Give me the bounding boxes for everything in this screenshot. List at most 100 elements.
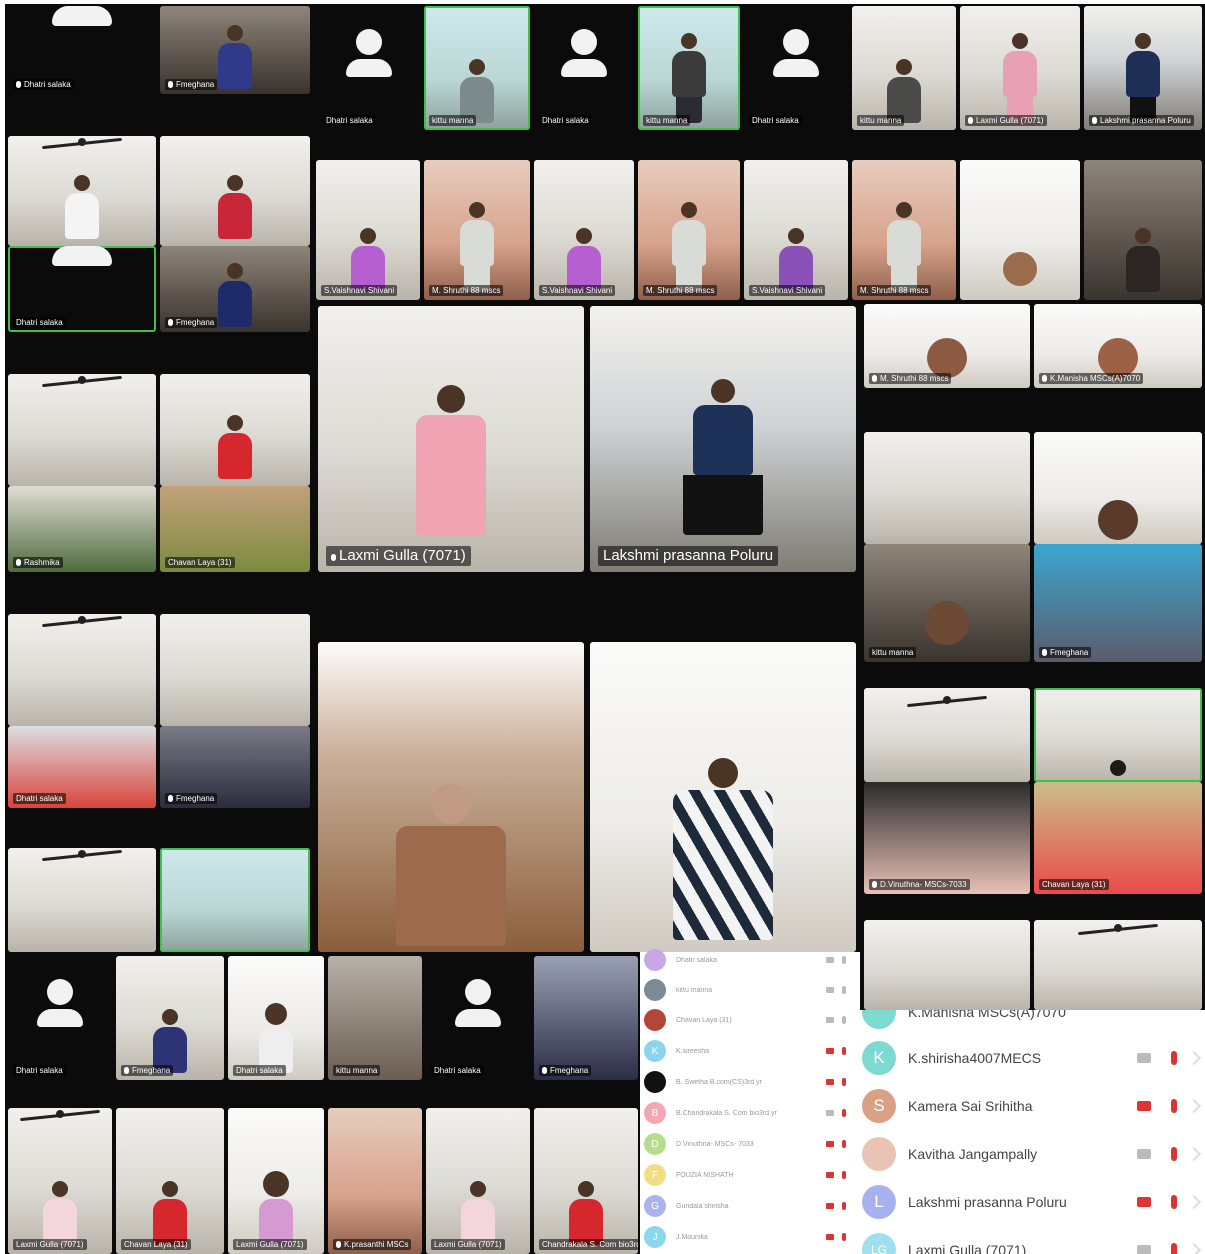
video-tile[interactable]: Dhatri salaka: [228, 956, 324, 1080]
video-tile[interactable]: [8, 374, 156, 486]
video-tile[interactable]: [160, 614, 310, 726]
video-tile[interactable]: [8, 848, 156, 952]
video-tile[interactable]: Laxmi Gulla (7071): [960, 6, 1080, 130]
video-tile[interactable]: Fmeghana: [116, 956, 224, 1080]
participant-row[interactable]: D D.Vinuthna- MSCs- 7033: [640, 1128, 860, 1160]
participant-row[interactable]: F FOUZIA NISHATH: [640, 1159, 860, 1191]
camera-off-icon[interactable]: [826, 957, 834, 963]
video-tile[interactable]: Dhatri salaka: [8, 246, 156, 332]
video-tile[interactable]: [8, 614, 156, 726]
video-tile[interactable]: Fmeghana: [534, 956, 638, 1080]
video-tile[interactable]: Dhatri salaka: [8, 726, 156, 808]
chevron-right-icon[interactable]: [1186, 1050, 1202, 1066]
camera-off-icon[interactable]: [826, 1234, 834, 1240]
video-tile[interactable]: Chavan Laya (31): [116, 1108, 224, 1254]
participant-row[interactable]: LG Laxmi Gulla (7071): [860, 1226, 1205, 1254]
mic-icon[interactable]: [842, 986, 846, 994]
video-tile[interactable]: [590, 642, 856, 952]
camera-off-icon[interactable]: [1137, 1053, 1151, 1063]
mic-muted-icon[interactable]: [842, 1140, 846, 1148]
video-tile[interactable]: [160, 374, 310, 486]
video-tile[interactable]: kittu manna: [328, 956, 422, 1080]
video-tile[interactable]: [960, 160, 1080, 300]
mic-icon[interactable]: [842, 1016, 846, 1024]
camera-off-icon[interactable]: [826, 1110, 834, 1116]
video-tile[interactable]: Fmeghana: [1034, 544, 1202, 662]
mic-muted-icon[interactable]: [842, 1047, 846, 1055]
mic-icon[interactable]: [842, 956, 846, 964]
mic-muted-icon[interactable]: [1171, 1147, 1177, 1161]
camera-off-icon[interactable]: [1137, 1197, 1151, 1207]
video-tile[interactable]: S.Vaishnavi Shivani: [744, 160, 848, 300]
camera-off-icon[interactable]: [826, 1048, 834, 1054]
video-tile[interactable]: Laxmi Gulla (7071): [8, 1108, 112, 1254]
camera-off-icon[interactable]: [1137, 1149, 1151, 1159]
video-tile[interactable]: Laxmi Gulla (7071): [318, 306, 584, 572]
mic-muted-icon[interactable]: [842, 1233, 846, 1241]
mic-muted-icon[interactable]: [1171, 1051, 1177, 1065]
chevron-right-icon[interactable]: [1186, 1194, 1202, 1210]
mic-muted-icon[interactable]: [842, 1109, 846, 1117]
video-tile[interactable]: Lakshmi prasanna Poluru: [590, 306, 856, 572]
video-tile[interactable]: Dhatri salaka: [8, 956, 112, 1080]
video-tile[interactable]: [1034, 432, 1202, 544]
video-tile[interactable]: [160, 136, 310, 246]
video-tile[interactable]: K.prasanthi MSCs: [328, 1108, 422, 1254]
video-tile[interactable]: D.Vinuthna- MSCs-7033: [864, 782, 1030, 894]
video-tile[interactable]: Chandrakala S. Com bio3rd yr: [534, 1108, 638, 1254]
participant-row[interactable]: K.Manisha MSCs(A)7070: [860, 1010, 1205, 1036]
participant-row[interactable]: Dhatri salaka: [640, 944, 860, 976]
video-tile[interactable]: kittu manna: [424, 6, 530, 130]
camera-off-icon[interactable]: [826, 1141, 834, 1147]
video-tile[interactable]: Chavan Laya (31): [1034, 782, 1202, 894]
video-tile[interactable]: [1084, 160, 1202, 300]
chevron-right-icon[interactable]: [1186, 1146, 1202, 1162]
video-tile[interactable]: Laxmi Gulla (7071): [426, 1108, 530, 1254]
participant-row[interactable]: B B.Chandrakala S. Com bio3rd yr: [640, 1097, 860, 1129]
camera-off-icon[interactable]: [826, 1203, 834, 1209]
camera-off-icon[interactable]: [826, 1017, 834, 1023]
video-tile[interactable]: Chavan Laya (31): [160, 486, 310, 572]
mic-muted-icon[interactable]: [1171, 1195, 1177, 1209]
participant-row[interactable]: Chavan Laya (31): [640, 1004, 860, 1036]
participant-row[interactable]: B. Swetha B.com(CS)3rd yr: [640, 1066, 860, 1098]
participant-row[interactable]: K K.sireesha: [640, 1035, 860, 1067]
video-tile[interactable]: Laxmi Gulla (7071): [228, 1108, 324, 1254]
video-tile[interactable]: Dhatri salaka: [744, 6, 848, 130]
video-tile[interactable]: Fmeghana: [160, 6, 310, 94]
video-tile[interactable]: K.Manisha MSCs(A)7070: [1034, 304, 1202, 388]
mic-muted-icon[interactable]: [1171, 1099, 1177, 1113]
participant-row[interactable]: K K.shirisha4007MECS: [860, 1034, 1205, 1082]
video-tile[interactable]: [864, 920, 1030, 1010]
chevron-right-icon[interactable]: [1186, 1242, 1202, 1254]
camera-off-icon[interactable]: [1137, 1245, 1151, 1254]
video-tile[interactable]: Dhatri salaka: [8, 6, 156, 94]
video-tile[interactable]: Rashmika: [8, 486, 156, 572]
video-tile[interactable]: kittu manna: [638, 6, 740, 130]
video-tile[interactable]: M. Shruthi 88 mscs: [864, 304, 1030, 388]
camera-off-icon[interactable]: [826, 1172, 834, 1178]
video-tile[interactable]: Dhatri salaka: [534, 6, 634, 130]
video-tile[interactable]: M. Shruthi 88 mscs: [638, 160, 740, 300]
video-tile[interactable]: Dhatri salaka: [426, 956, 530, 1080]
video-tile[interactable]: [1034, 688, 1202, 782]
video-tile[interactable]: Fmeghana: [160, 726, 310, 808]
camera-off-icon[interactable]: [826, 987, 834, 993]
mic-muted-icon[interactable]: [1171, 1243, 1177, 1254]
video-tile[interactable]: Lakshmi prasanna Poluru: [1084, 6, 1202, 130]
participant-row[interactable]: kittu manna: [640, 974, 860, 1006]
video-tile[interactable]: Fmeghana: [160, 246, 310, 332]
video-tile[interactable]: [318, 642, 584, 952]
participant-row[interactable]: L Lakshmi prasanna Poluru: [860, 1178, 1205, 1226]
video-tile[interactable]: M. Shruthi 88 mscs: [424, 160, 530, 300]
video-tile[interactable]: S.Vaishnavi Shivani: [534, 160, 634, 300]
video-tile[interactable]: [160, 848, 310, 952]
participant-row[interactable]: Kavitha Jangampally: [860, 1130, 1205, 1178]
mic-muted-icon[interactable]: [842, 1171, 846, 1179]
video-tile[interactable]: M. Shruthi 88 mscs: [852, 160, 956, 300]
video-tile[interactable]: [864, 688, 1030, 782]
video-tile[interactable]: [1034, 920, 1202, 1010]
video-tile[interactable]: [864, 432, 1030, 544]
camera-off-icon[interactable]: [1137, 1101, 1151, 1111]
participant-row[interactable]: G Gundala shirisha: [640, 1190, 860, 1222]
